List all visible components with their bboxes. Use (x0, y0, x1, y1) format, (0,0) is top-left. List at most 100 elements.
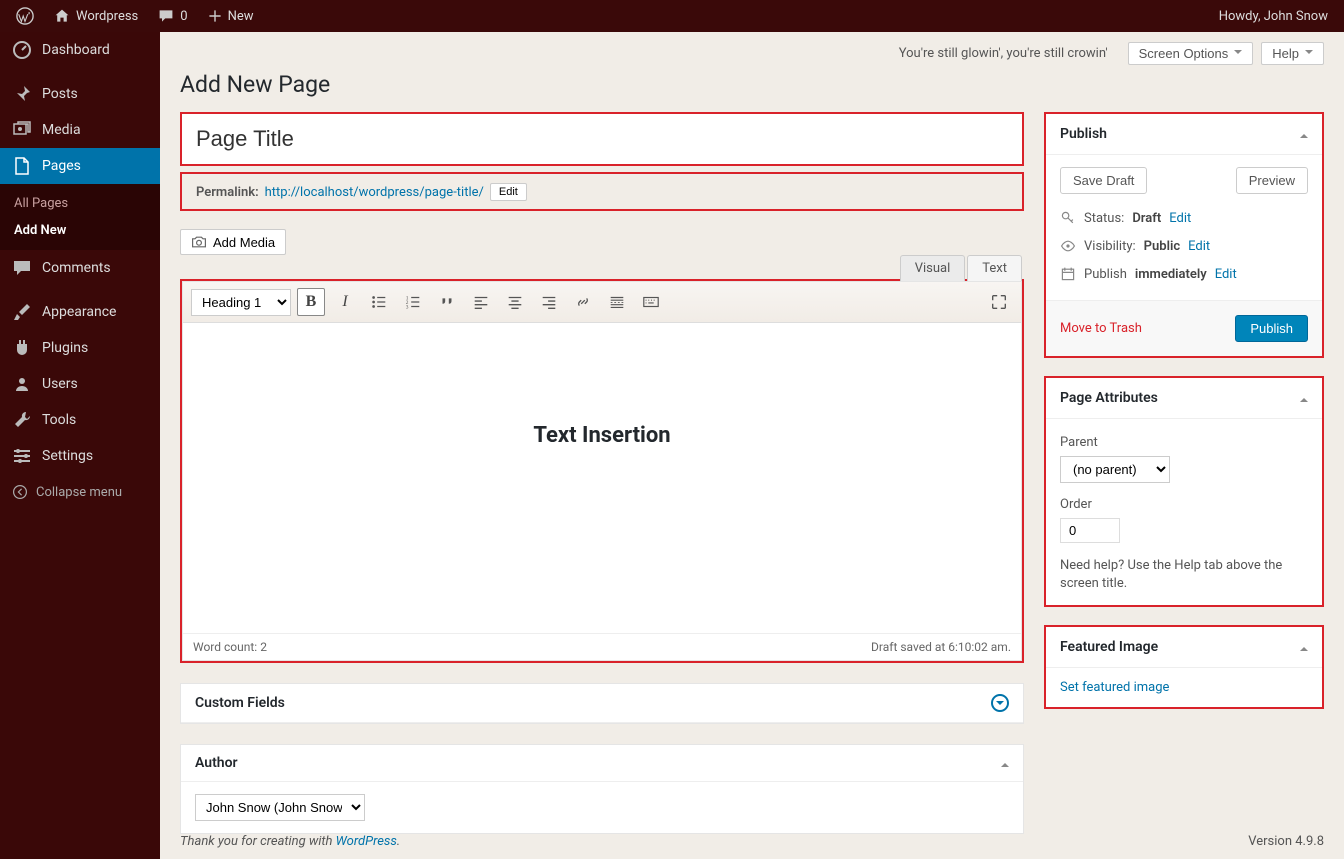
number-list-button[interactable]: 123 (399, 288, 427, 316)
sidebar-label: Settings (42, 448, 93, 464)
chevron-up-icon (1300, 394, 1308, 402)
sidebar-item-tools[interactable]: Tools (0, 402, 160, 438)
greeting-message: You're still glowin', you're still crowi… (899, 46, 1108, 61)
comment-icon (158, 8, 174, 24)
toolbar-toggle-button[interactable] (637, 288, 665, 316)
camera-icon (191, 234, 207, 250)
wordpress-link[interactable]: WordPress (336, 834, 397, 849)
featured-image-header[interactable]: Featured Image (1046, 627, 1322, 668)
readmore-icon (608, 293, 626, 311)
quote-icon (438, 293, 456, 311)
home-icon (54, 8, 70, 24)
howdy-link[interactable]: Howdy, John Snow (1211, 0, 1336, 32)
sidebar-label: Appearance (42, 304, 116, 320)
site-name: Wordpress (76, 9, 138, 24)
sidebar-label: Comments (42, 260, 111, 276)
bold-button[interactable]: B (297, 288, 325, 316)
title-input[interactable] (182, 114, 1022, 164)
plus-icon (208, 9, 222, 23)
page-icon (12, 156, 32, 176)
help-button[interactable]: Help (1261, 42, 1324, 65)
screen-options-button[interactable]: Screen Options (1128, 42, 1254, 65)
wrench-icon (12, 410, 32, 430)
edit-visibility-link[interactable]: Edit (1188, 239, 1210, 254)
draft-saved: Draft saved at 6:10:02 am. (871, 640, 1011, 654)
author-header[interactable]: Author (181, 745, 1023, 782)
howdy-text: Howdy, John Snow (1219, 9, 1328, 24)
page-attributes-header[interactable]: Page Attributes (1046, 378, 1322, 419)
svg-text:3: 3 (406, 304, 409, 310)
site-link[interactable]: Wordpress (46, 0, 146, 32)
version-text: Version 4.9.8 (1248, 834, 1324, 849)
save-draft-button[interactable]: Save Draft (1060, 167, 1147, 194)
custom-fields-header[interactable]: Custom Fields (181, 684, 1023, 723)
author-select[interactable]: John Snow (John Snow) (195, 794, 365, 821)
media-icon (12, 120, 32, 140)
format-select[interactable]: Heading 1 (191, 289, 291, 316)
plugin-icon (12, 338, 32, 358)
list-ul-icon (370, 293, 388, 311)
align-right-button[interactable] (535, 288, 563, 316)
order-label: Order (1060, 497, 1308, 512)
sidebar-submenu-pages: All Pages Add New (0, 184, 160, 250)
set-featured-image-link[interactable]: Set featured image (1060, 680, 1169, 695)
align-center-button[interactable] (501, 288, 529, 316)
link-button[interactable] (569, 288, 597, 316)
sidebar-item-settings[interactable]: Settings (0, 438, 160, 474)
brush-icon (12, 302, 32, 322)
admin-sidebar: Dashboard Posts Media Pages All Pages Ad… (0, 32, 160, 859)
sidebar-item-users[interactable]: Users (0, 366, 160, 402)
sidebar-item-plugins[interactable]: Plugins (0, 330, 160, 366)
editor-heading-text: Text Insertion (203, 423, 1001, 448)
sidebar-label: Tools (42, 412, 76, 428)
more-button[interactable] (603, 288, 631, 316)
comments-link[interactable]: 0 (150, 0, 195, 32)
collapse-menu[interactable]: Collapse menu (0, 474, 160, 510)
editor-content[interactable]: Text Insertion (183, 323, 1021, 633)
sidebar-sub-add-new[interactable]: Add New (0, 217, 160, 244)
word-count: Word count: 2 (193, 640, 267, 654)
permalink-edit-button[interactable]: Edit (490, 183, 527, 201)
title-section (180, 112, 1024, 166)
sidebar-item-comments[interactable]: Comments (0, 250, 160, 286)
sidebar-item-dashboard[interactable]: Dashboard (0, 32, 160, 68)
chevron-down-icon (1305, 50, 1313, 58)
sidebar-item-posts[interactable]: Posts (0, 76, 160, 112)
tab-text[interactable]: Text (967, 255, 1022, 281)
italic-button[interactable]: I (331, 288, 359, 316)
editor-section: Heading 1 B I 123 (180, 279, 1024, 663)
link-icon (574, 293, 592, 311)
bullet-list-button[interactable] (365, 288, 393, 316)
sidebar-label: Media (42, 122, 81, 138)
chevron-up-icon (1001, 759, 1009, 767)
sidebar-label: Users (42, 376, 78, 392)
publish-button[interactable]: Publish (1235, 315, 1308, 342)
sidebar-sub-all-pages[interactable]: All Pages (0, 190, 160, 217)
sidebar-item-appearance[interactable]: Appearance (0, 294, 160, 330)
publish-box: Publish Save Draft Preview Status: Draft… (1044, 112, 1324, 358)
tab-visual[interactable]: Visual (900, 255, 966, 281)
collapse-label: Collapse menu (36, 485, 122, 500)
move-to-trash-link[interactable]: Move to Trash (1060, 321, 1142, 336)
wp-logo[interactable] (8, 0, 42, 32)
add-media-button[interactable]: Add Media (180, 229, 286, 255)
editor-toolbar: Heading 1 B I 123 (183, 282, 1021, 323)
sidebar-item-pages[interactable]: Pages (0, 148, 160, 184)
parent-select[interactable]: (no parent) (1060, 456, 1170, 483)
preview-button[interactable]: Preview (1236, 167, 1308, 194)
edit-status-link[interactable]: Edit (1169, 211, 1191, 226)
dashboard-icon (12, 40, 32, 60)
fullscreen-button[interactable] (985, 288, 1013, 316)
permalink-url[interactable]: http://localhost/wordpress/page-title/ (265, 185, 484, 200)
publish-header[interactable]: Publish (1046, 114, 1322, 155)
align-left-button[interactable] (467, 288, 495, 316)
sidebar-item-media[interactable]: Media (0, 112, 160, 148)
parent-label: Parent (1060, 435, 1308, 450)
order-input[interactable] (1060, 518, 1120, 543)
chevron-up-icon (1300, 130, 1308, 138)
edit-schedule-link[interactable]: Edit (1215, 267, 1237, 282)
quote-button[interactable] (433, 288, 461, 316)
new-link[interactable]: New (200, 0, 262, 32)
page-heading: Add New Page (180, 71, 1324, 98)
sliders-icon (12, 446, 32, 466)
